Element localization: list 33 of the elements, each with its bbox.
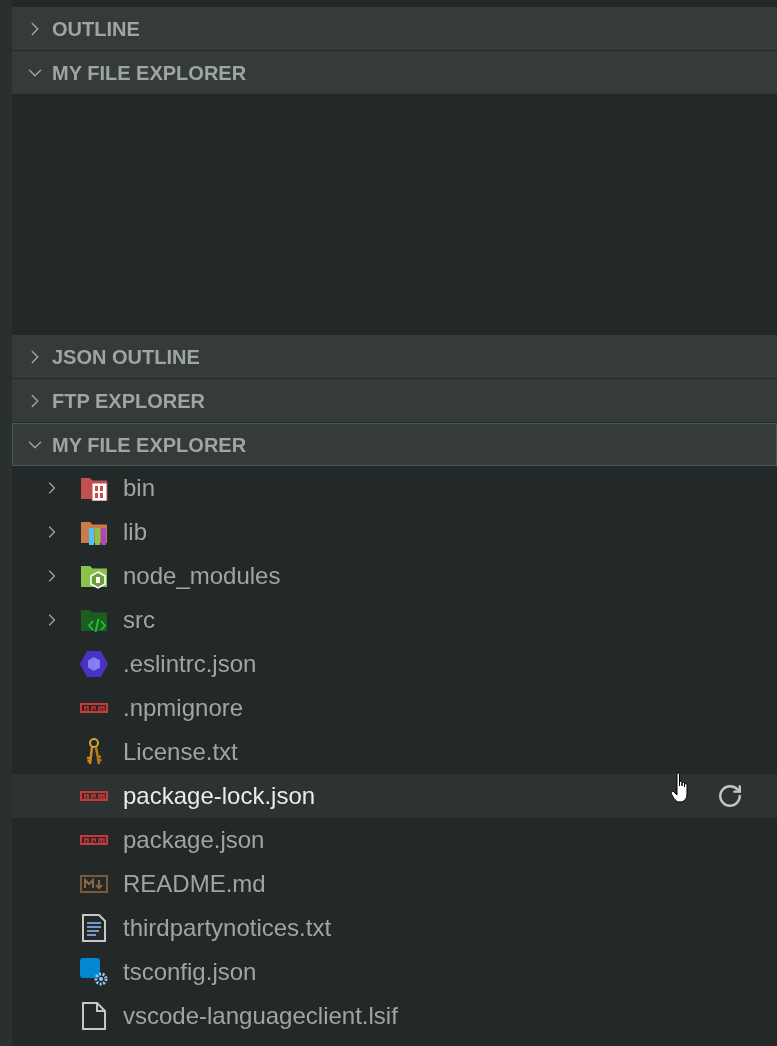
tree-item[interactable]: package-lock.json [12, 774, 777, 818]
npm-icon [80, 835, 108, 845]
tile-gear-icon [80, 958, 108, 986]
tree-item[interactable]: thirdpartynotices.txt [12, 906, 777, 950]
keys-icon [85, 738, 103, 766]
file-icon [82, 1002, 106, 1030]
tree-item[interactable]: node_modules [12, 554, 777, 598]
tree-item[interactable]: License.txt [12, 730, 777, 774]
tree-item[interactable]: package.json [12, 818, 777, 862]
tree-item[interactable]: .npmignore [12, 686, 777, 730]
markdown-icon [80, 875, 108, 893]
refresh-button[interactable] [717, 783, 743, 809]
text-file-icon [82, 914, 106, 942]
tree-item[interactable]: bin [12, 466, 777, 510]
npm-icon [80, 791, 108, 801]
tree-item[interactable]: .eslintrc.json [12, 642, 777, 686]
section-header[interactable]: MY FILE EXPLORER [12, 51, 777, 94]
tree-item[interactable]: README.md [12, 862, 777, 906]
section-header[interactable]: MY FILE EXPLORER [12, 423, 777, 466]
folder-books-icon [80, 519, 108, 545]
section-header[interactable]: JSON OUTLINE [12, 335, 777, 378]
tree-item[interactable]: lib [12, 510, 777, 554]
folder-code-icon [80, 607, 108, 633]
folder-hexagon-icon [80, 563, 108, 589]
section-header[interactable]: FTP EXPLORER [12, 379, 777, 422]
tree-item[interactable]: src [12, 598, 777, 642]
tree-item[interactable]: tsconfig.json [12, 950, 777, 994]
folder-document-icon [80, 475, 108, 501]
hexagon-icon [80, 651, 108, 677]
npm-icon [80, 703, 108, 713]
tree-item[interactable]: vscode-languageclient.lsif [12, 994, 777, 1038]
section-header[interactable]: OUTLINE [12, 7, 777, 50]
refresh-icon [717, 783, 743, 809]
